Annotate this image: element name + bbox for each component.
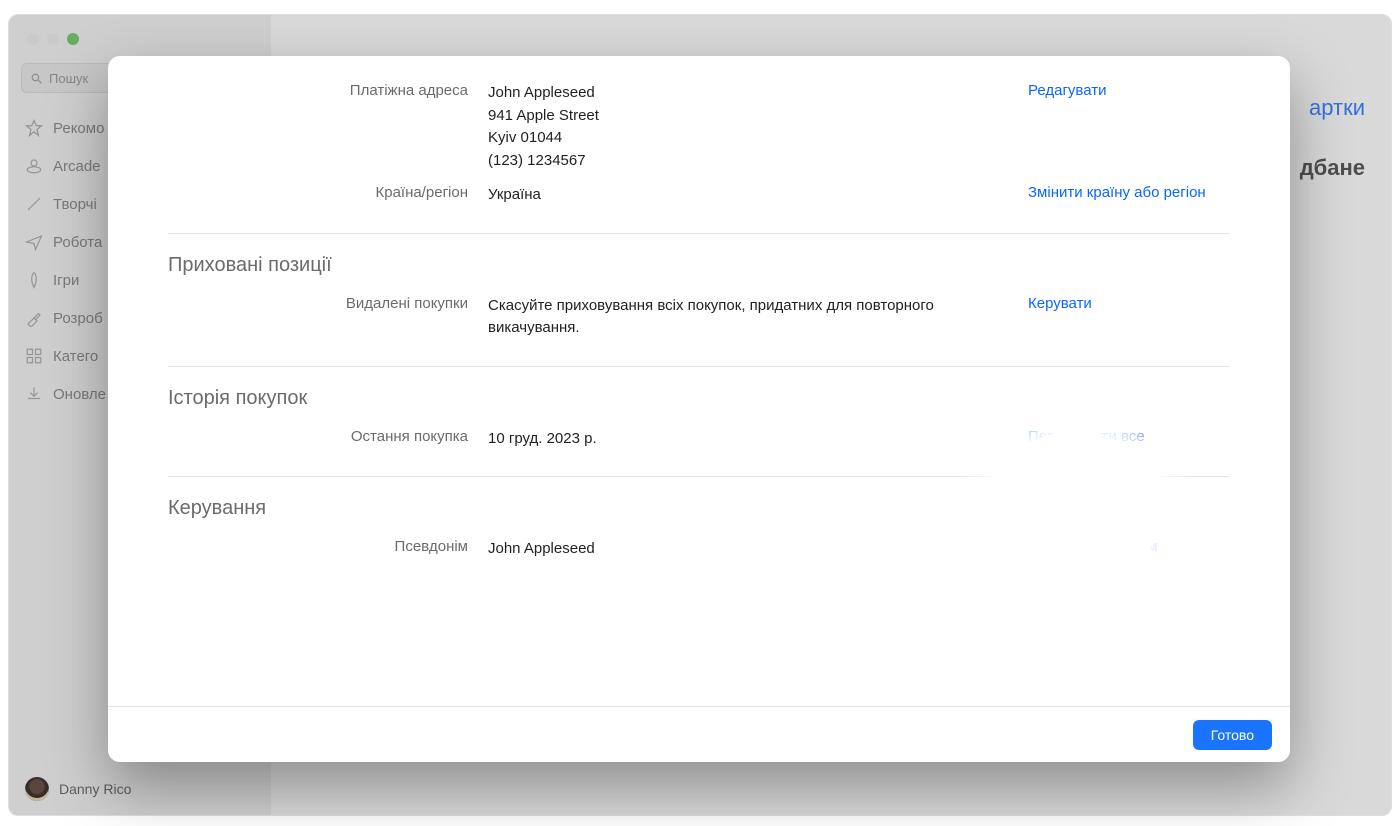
hidden-items-row: Видалені покупки Скасуйте приховування в… bbox=[168, 289, 1230, 346]
hidden-items-title: Приховані позиції bbox=[168, 254, 1230, 277]
divider bbox=[168, 366, 1230, 367]
billing-label: Платіжна адреса bbox=[168, 82, 468, 172]
divider bbox=[168, 476, 1230, 477]
hidden-value: Скасуйте приховування всіх покупок, прид… bbox=[488, 295, 1008, 340]
manage-hidden-link[interactable]: Керувати bbox=[1028, 295, 1092, 312]
nickname-value: John Appleseed bbox=[488, 538, 1008, 561]
done-button[interactable]: Готово bbox=[1193, 720, 1272, 750]
purchase-history-title: Історія покупок bbox=[168, 387, 1230, 410]
modal-footer: Готово bbox=[108, 706, 1290, 762]
view-all-link[interactable]: Переглянути все bbox=[1028, 428, 1145, 445]
nickname-row: Псевдонім John Appleseed Змінити псевдон… bbox=[168, 532, 1230, 567]
billing-street: 941 Apple Street bbox=[488, 105, 1008, 128]
country-label: Країна/регіон bbox=[168, 184, 468, 207]
divider bbox=[168, 233, 1230, 234]
billing-city: Kyiv 01044 bbox=[488, 127, 1008, 150]
change-nickname-link[interactable]: Змінити псевдонім bbox=[1028, 538, 1158, 555]
country-value: Україна bbox=[488, 184, 1008, 207]
hidden-label: Видалені покупки bbox=[168, 295, 468, 340]
modal-body: Платіжна адреса John Appleseed 941 Apple… bbox=[108, 56, 1290, 706]
billing-name: John Appleseed bbox=[488, 82, 1008, 105]
nickname-label: Псевдонім bbox=[168, 538, 468, 561]
edit-billing-link[interactable]: Редагувати bbox=[1028, 82, 1107, 99]
history-value: 10 груд. 2023 р. bbox=[488, 428, 1008, 451]
history-label: Остання покупка bbox=[168, 428, 468, 451]
account-settings-modal: Платіжна адреса John Appleseed 941 Apple… bbox=[108, 56, 1290, 762]
purchase-history-row: Остання покупка 10 груд. 2023 р. Перегля… bbox=[168, 422, 1230, 457]
change-country-link[interactable]: Змінити країну або регіон bbox=[1028, 184, 1206, 201]
billing-value: John Appleseed 941 Apple Street Kyiv 010… bbox=[488, 82, 1008, 172]
manage-title: Керування bbox=[168, 497, 1230, 520]
country-row: Країна/регіон Україна Змінити країну або… bbox=[168, 178, 1230, 213]
billing-phone: (123) 1234567 bbox=[488, 150, 1008, 173]
billing-address-row: Платіжна адреса John Appleseed 941 Apple… bbox=[168, 76, 1230, 178]
